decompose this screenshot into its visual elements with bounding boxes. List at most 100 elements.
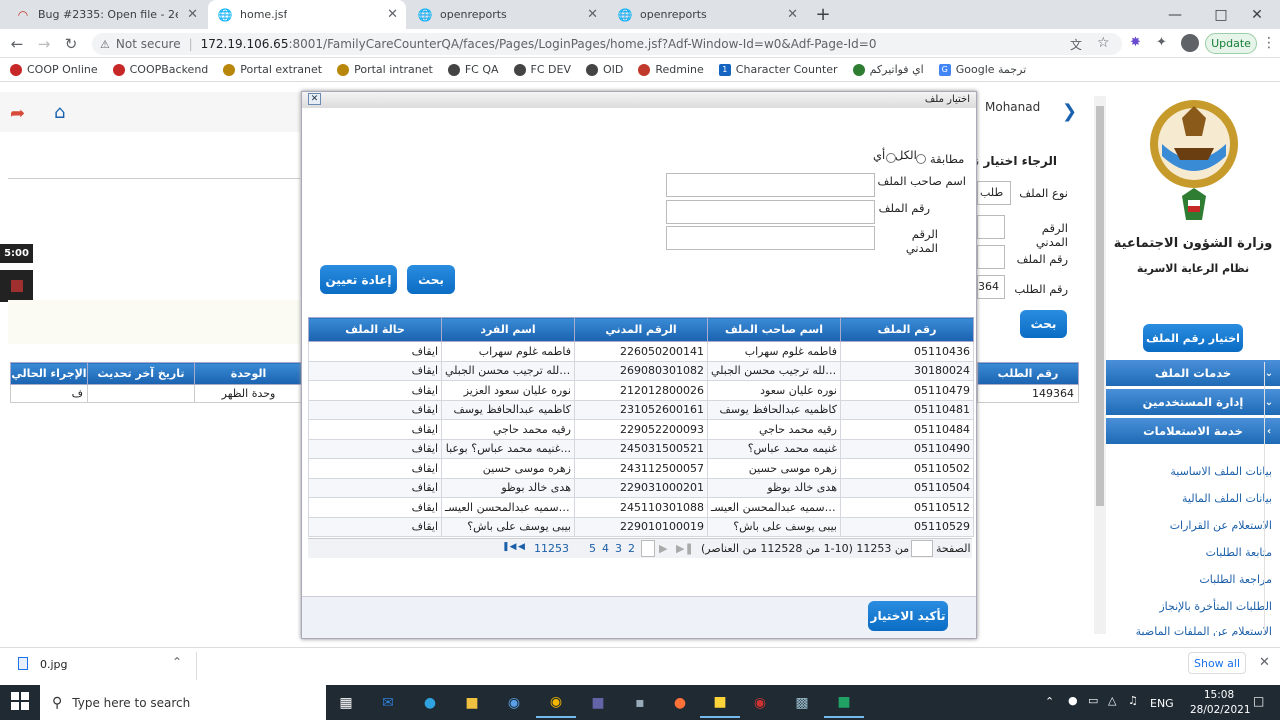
tab-openreports-2[interactable]: 🌐 openreports ✕ (608, 0, 806, 29)
page-link-2[interactable]: 2 (628, 542, 635, 555)
excel-icon[interactable]: ■ (824, 688, 864, 718)
page-number-input[interactable] (911, 540, 933, 557)
table-row[interactable]: ايقاف رسميه عبدالمحسن العيسـ... 2451103010… (308, 497, 974, 518)
col-civil-id[interactable]: الرقم المدني (574, 317, 708, 342)
bookmark-google-translate[interactable]: G Google ترجمة (938, 63, 1026, 76)
page-link-5[interactable]: 5 (589, 542, 596, 555)
table-row[interactable]: ايقاف هدى خالد بوظو 229031000201 هدى خالد ب… (308, 477, 974, 498)
next-page-icon[interactable]: ▶ (659, 542, 667, 555)
chevron-right-icon[interactable]: ❯ (1062, 101, 1077, 122)
submenu-past-files[interactable]: الاستعلام عن الملفات الماضية (1106, 625, 1272, 636)
tab-home-jsf[interactable]: 🌐 home.jsf ✕ (208, 0, 406, 29)
col-member-name[interactable]: اسم الفرد (441, 317, 575, 342)
table-row[interactable]: ايقاف كاظميه عبدالحافظ يوسف 231052600161 كا… (308, 399, 974, 420)
menu-file-services[interactable]: خدمات الملف ⌄ (1106, 360, 1280, 386)
home-icon[interactable]: ⌂ (54, 102, 65, 123)
logout-icon[interactable]: ➦ (10, 103, 25, 124)
sticky-notes-icon[interactable]: ■ (700, 688, 740, 718)
submenu-basic-data[interactable]: بيانات الملف الاساسية (1106, 465, 1272, 478)
close-tab-icon[interactable]: ✕ (387, 7, 398, 22)
edge-icon[interactable]: ● (410, 688, 450, 718)
bg-file-type-select[interactable]: طلب (977, 181, 1011, 205)
bookmark-coop-backend[interactable]: COOPBackend (112, 63, 208, 76)
update-button[interactable]: Update (1205, 33, 1257, 54)
chevron-up-icon[interactable]: ⌃ (1045, 695, 1054, 708)
owner-name-input[interactable] (666, 173, 875, 197)
taskbar-search[interactable]: ⚲ Type here to search (40, 685, 326, 720)
firefox-icon[interactable]: ● (660, 688, 700, 718)
bookmark-fc-dev[interactable]: FC DEV (513, 63, 571, 76)
close-icon[interactable]: ✕ (1259, 655, 1270, 670)
forward-button[interactable]: → (33, 33, 55, 55)
address-bar[interactable]: ⚠ Not secure | 172.19.106.65:8001/Family… (92, 33, 1122, 55)
download-filename[interactable]: 0.jpg (40, 658, 68, 671)
minimize-button[interactable]: — (1152, 0, 1198, 29)
volume-icon[interactable]: ♫ (1128, 694, 1138, 707)
bookmark-portal-extranet[interactable]: Portal extranet (223, 63, 322, 76)
close-tab-icon[interactable]: ✕ (587, 7, 598, 22)
mail-icon[interactable]: ✉ (368, 688, 408, 718)
radio-all[interactable] (916, 154, 926, 164)
close-tab-icon[interactable]: ✕ (787, 7, 798, 22)
table-row[interactable]: ايقاف زهره موسى حسين 243112500057 زهره موسى… (308, 458, 974, 479)
submenu-financial-data[interactable]: بيانات الملف المالية (1106, 492, 1272, 505)
table-row[interactable]: ايقاف بيبى يوسف على باش؟ 229010100019 بيبى … (308, 516, 974, 537)
file-no-input[interactable] (666, 200, 875, 224)
tab-bug-2335[interactable]: ◠ Bug #2335: Open file - 2ed step ✕ (6, 0, 206, 29)
submenu-review-requests[interactable]: مراجعة الطلبات (1106, 573, 1272, 586)
bookmark-redmine[interactable]: Redmine (638, 63, 704, 76)
scroll-thumb[interactable] (1096, 106, 1104, 506)
page-link-last[interactable]: 11253 (534, 542, 569, 555)
battery-icon[interactable]: ▭ (1088, 694, 1098, 707)
bookmark-fc-qa[interactable]: FC QA (447, 63, 499, 76)
app-icon[interactable]: ▪ (620, 688, 660, 718)
app-icon[interactable]: ◉ (740, 688, 780, 718)
bg-search-button[interactable]: بحث (1020, 310, 1067, 338)
submenu-decisions[interactable]: الاستعلام عن القرارات (1106, 519, 1272, 532)
submenu-follow-requests[interactable]: متابعة الطلبات (1106, 546, 1272, 559)
sidebar-scrollbar[interactable] (1264, 362, 1276, 634)
stop-button[interactable] (0, 270, 33, 302)
bookmark-portal-intranet[interactable]: Portal intranet (337, 63, 433, 76)
chevron-up-icon[interactable]: ⌃ (172, 655, 182, 669)
chrome-icon[interactable]: ◉ (536, 688, 576, 718)
select-file-button[interactable]: اختيار رقم الملف (1143, 324, 1243, 352)
reload-button[interactable]: ↻ (60, 33, 82, 55)
app-icon[interactable]: ▩ (782, 688, 822, 718)
bookmark-oid[interactable]: OID (586, 63, 623, 76)
table-row[interactable]: ايقاف فاطمه غلوم سهراب 226050200141 فاطمه غ… (308, 341, 974, 362)
task-view-icon[interactable]: ▦ (326, 688, 366, 718)
page-link-3[interactable]: 3 (615, 542, 622, 555)
back-button[interactable]: ← (6, 33, 28, 55)
show-all-button[interactable]: Show all (1188, 652, 1246, 674)
star-icon[interactable]: ☆ (1097, 35, 1110, 51)
menu-inquiry-service[interactable]: خدمة الاستعلامات ‹ (1106, 418, 1280, 444)
bookmark-coop-online[interactable]: COOP Online (10, 63, 98, 76)
table-row[interactable]: ايقاف نوره عليان سعود العزيز 212012800026 ن… (308, 380, 974, 401)
microphone-icon[interactable]: ● (1068, 694, 1078, 707)
close-icon[interactable]: ✕ (308, 93, 321, 105)
language-indicator[interactable]: ENG (1150, 697, 1174, 710)
table-row[interactable]: ايقاف رقيه محمد حاجي 229052200093 رقيه محمد… (308, 419, 974, 440)
col-owner-name[interactable]: اسم صاحب الملف (707, 317, 841, 342)
table-row[interactable]: ايقاف عبدالله ترجيب محسن الجبلي 2690803010… (308, 360, 974, 381)
bookmark-character-counter[interactable]: 1 Character Counter (718, 63, 838, 76)
col-file-status[interactable]: حالة الملف (308, 317, 442, 342)
bg-file-no-input[interactable] (977, 245, 1005, 269)
translate-icon[interactable]: 文 (1070, 36, 1082, 53)
notifications-icon[interactable]: □ (1253, 694, 1264, 708)
clock-time[interactable]: 15:08 (1190, 689, 1248, 701)
teams-icon[interactable]: ■ (578, 688, 618, 718)
search-button[interactable]: بحث (407, 265, 455, 294)
bg-civil-input[interactable] (977, 215, 1005, 239)
clock-date[interactable]: 28/02/2021 (1190, 704, 1251, 716)
bookmark-fawateer[interactable]: اي فواتيركم (852, 63, 924, 76)
file-explorer-icon[interactable]: ■ (452, 688, 492, 718)
extension-icon[interactable]: ✸ (1130, 35, 1141, 50)
confirm-selection-button[interactable]: تأكيد الاختيار (868, 601, 948, 631)
menu-user-management[interactable]: إدارة المستخدمين ⌄ (1106, 389, 1280, 415)
menu-icon[interactable]: ⋮ (1262, 35, 1276, 51)
col-file-no[interactable]: رقم الملف (840, 317, 974, 342)
reset-button[interactable]: إعادة تعيين (320, 265, 397, 294)
radio-any[interactable] (886, 153, 896, 163)
